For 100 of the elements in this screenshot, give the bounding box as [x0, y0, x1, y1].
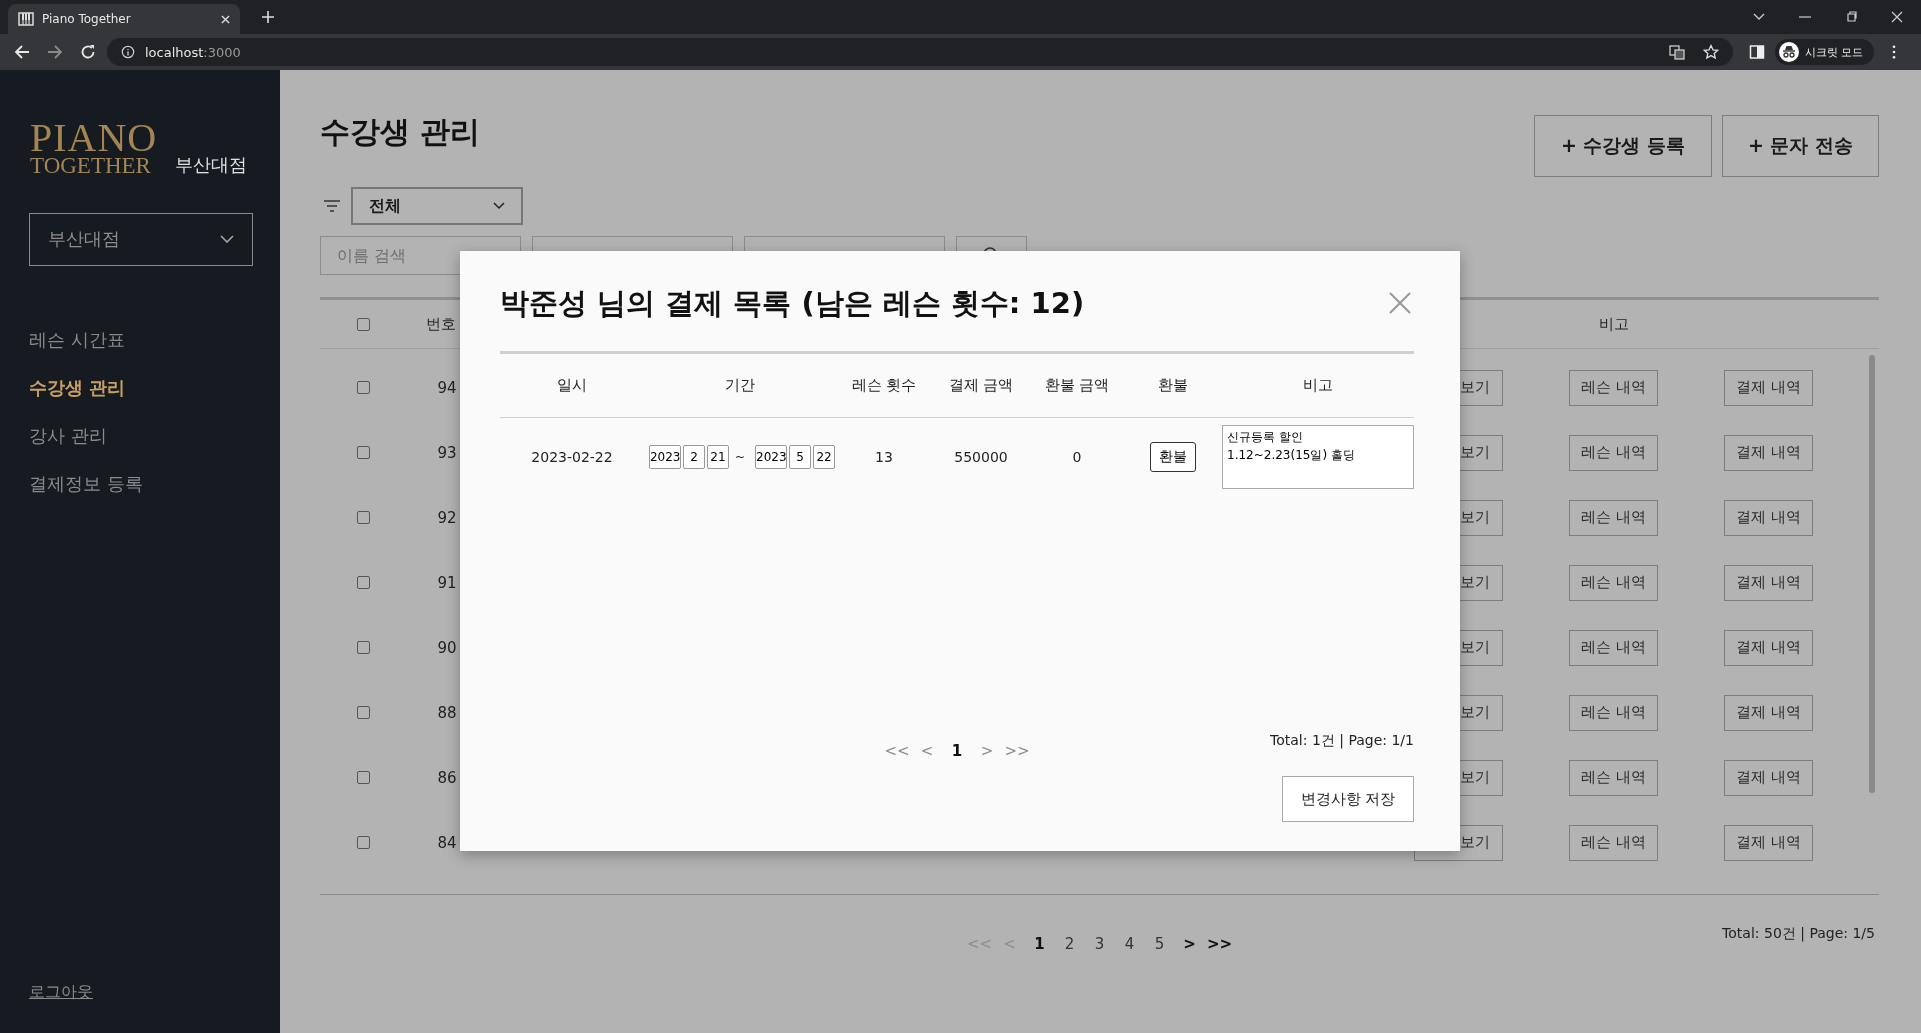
row-button[interactable]: 결제 내역 [1724, 824, 1813, 861]
row-checkbox[interactable] [356, 771, 370, 784]
incognito-icon [1779, 42, 1799, 62]
row-button[interactable]: 결제 내역 [1724, 434, 1813, 471]
row-checkbox[interactable] [356, 576, 370, 589]
row-button[interactable]: 레슨 내역 [1569, 369, 1658, 406]
row-checkbox[interactable] [356, 381, 370, 394]
address-bar[interactable]: localhost:3000 [107, 38, 1733, 66]
pagination-link[interactable]: 1 [1024, 935, 1055, 953]
close-icon[interactable] [1891, 11, 1903, 23]
pagination-link[interactable]: 2 [1054, 935, 1085, 953]
row-button[interactable]: 결제 내역 [1724, 629, 1813, 666]
row-button[interactable]: 레슨 내역 [1569, 564, 1658, 601]
new-tab-icon[interactable] [262, 11, 274, 23]
incognito-profile-button[interactable]: 시크릿 모드 [1775, 39, 1874, 65]
row-button[interactable]: 레슨 내역 [1569, 759, 1658, 796]
date-field[interactable]: 22 [813, 445, 836, 469]
table-cell: 0 [1072, 449, 1082, 465]
pagination-link[interactable]: > [1174, 935, 1205, 953]
chevron-down-icon [493, 202, 505, 210]
reload-icon[interactable] [80, 44, 96, 60]
table-cell: 550000 [954, 449, 1008, 465]
column-header: 환불 금액 [1044, 376, 1110, 395]
dialog-title: 박준성 님의 결제 목록 (남은 레슨 횟수: 12) [500, 285, 1085, 322]
logo-text: PIANO [30, 120, 158, 156]
nav-link[interactable]: 강사 관리 [29, 421, 107, 450]
more-menu-icon[interactable] [1891, 45, 1896, 59]
piano-keys-icon [18, 11, 34, 27]
table-cell: 93 [437, 443, 457, 462]
column-header: 레슨 횟수 [851, 376, 917, 395]
column-header: 비고 [1598, 314, 1629, 334]
column-header: 비고 [1303, 376, 1333, 395]
nav-link[interactable]: 레슨 시간표 [29, 325, 125, 354]
column-header: 기간 [725, 376, 755, 395]
row-checkbox[interactable] [356, 641, 370, 654]
row-checkbox[interactable] [356, 706, 370, 719]
row-button[interactable]: 결제 내역 [1724, 499, 1813, 536]
row-button[interactable]: 레슨 내역 [1569, 629, 1658, 666]
browser-tab[interactable]: Piano Together [8, 4, 240, 34]
row-checkbox[interactable] [356, 511, 370, 524]
filter-select[interactable]: 전체 [351, 187, 523, 225]
nav-link[interactable]: 수강생 관리 [29, 373, 126, 402]
row-button[interactable]: 결제 내역 [1724, 564, 1813, 601]
table-cell: 84 [437, 833, 457, 852]
date-field[interactable]: 2 [682, 445, 705, 469]
select-all-checkbox[interactable] [356, 317, 370, 331]
row-button[interactable]: 결제 내역 [1724, 694, 1813, 731]
row-checkbox[interactable] [356, 836, 370, 849]
date-field[interactable]: 21 [706, 445, 729, 469]
date-field[interactable]: 5 [789, 445, 812, 469]
tab-title: Piano Together [42, 12, 132, 26]
info-icon [121, 45, 135, 59]
logout-link[interactable]: 로그아웃 [29, 982, 93, 1003]
pagination-link[interactable]: >> [1204, 935, 1235, 953]
row-button[interactable]: 레슨 내역 [1569, 824, 1658, 861]
pagination-link[interactable]: 1 [942, 742, 972, 760]
back-arrow-icon[interactable] [14, 44, 30, 60]
column-header: 번호 [426, 314, 456, 334]
action-button[interactable]: + 문자 전송 [1722, 115, 1879, 177]
table-cell: 88 [437, 703, 457, 722]
row-button[interactable]: 결제 내역 [1724, 759, 1813, 796]
table-cell: 92 [437, 508, 457, 527]
star-icon[interactable] [1703, 44, 1719, 60]
row-button[interactable]: 레슨 내역 [1569, 434, 1658, 471]
save-button[interactable]: 변경사항 저장 [1282, 776, 1414, 822]
page-title: 수강생 관리 [320, 113, 481, 151]
total-count: Total: 50건 | Page: 1/5 [1722, 925, 1875, 943]
refund-button[interactable]: 환불 [1150, 442, 1196, 472]
forward-arrow-icon[interactable] [47, 44, 63, 60]
chevron-down-icon [220, 235, 234, 244]
column-header: 일시 [557, 376, 587, 395]
row-button[interactable]: 레슨 내역 [1569, 694, 1658, 731]
restore-icon[interactable] [1845, 11, 1857, 23]
translate-icon[interactable] [1669, 44, 1685, 60]
branch-select[interactable]: 부산대점 [29, 212, 253, 266]
filter-icon[interactable] [323, 199, 341, 213]
table-cell: 91 [437, 573, 457, 592]
table-cell: 86 [437, 768, 457, 787]
row-button[interactable]: 결제 내역 [1724, 369, 1813, 406]
side-panel-icon[interactable] [1749, 44, 1765, 60]
range-separator: ~ [734, 450, 746, 464]
table-cell: 2023-02-22 [531, 449, 613, 465]
column-header: 환불 [1158, 376, 1188, 395]
date-field[interactable]: 2023 [755, 445, 788, 469]
column-header: 결제 금액 [948, 376, 1014, 395]
nav-link[interactable]: 결제정보 등록 [29, 469, 143, 498]
table-cell: 13 [875, 449, 893, 465]
total-count: Total: 1건 | Page: 1/1 [1270, 732, 1414, 750]
date-field[interactable]: 2023 [648, 445, 681, 469]
row-button[interactable]: 레슨 내역 [1569, 499, 1658, 536]
action-button[interactable]: + 수강생 등록 [1534, 115, 1712, 177]
url-text: localhost:3000 [145, 44, 241, 60]
scrollbar[interactable] [1869, 355, 1875, 793]
row-checkbox[interactable] [356, 446, 370, 459]
pagination-link[interactable]: 4 [1114, 935, 1145, 953]
table-cell: 90 [437, 638, 457, 657]
pagination-link[interactable]: 5 [1144, 935, 1175, 953]
pagination-link[interactable]: 3 [1084, 935, 1115, 953]
logo-text: TOGETHER [30, 156, 152, 177]
note-field[interactable]: 신규등록 할인 1.12~2.23(15일) 홀딩 [1222, 425, 1414, 489]
